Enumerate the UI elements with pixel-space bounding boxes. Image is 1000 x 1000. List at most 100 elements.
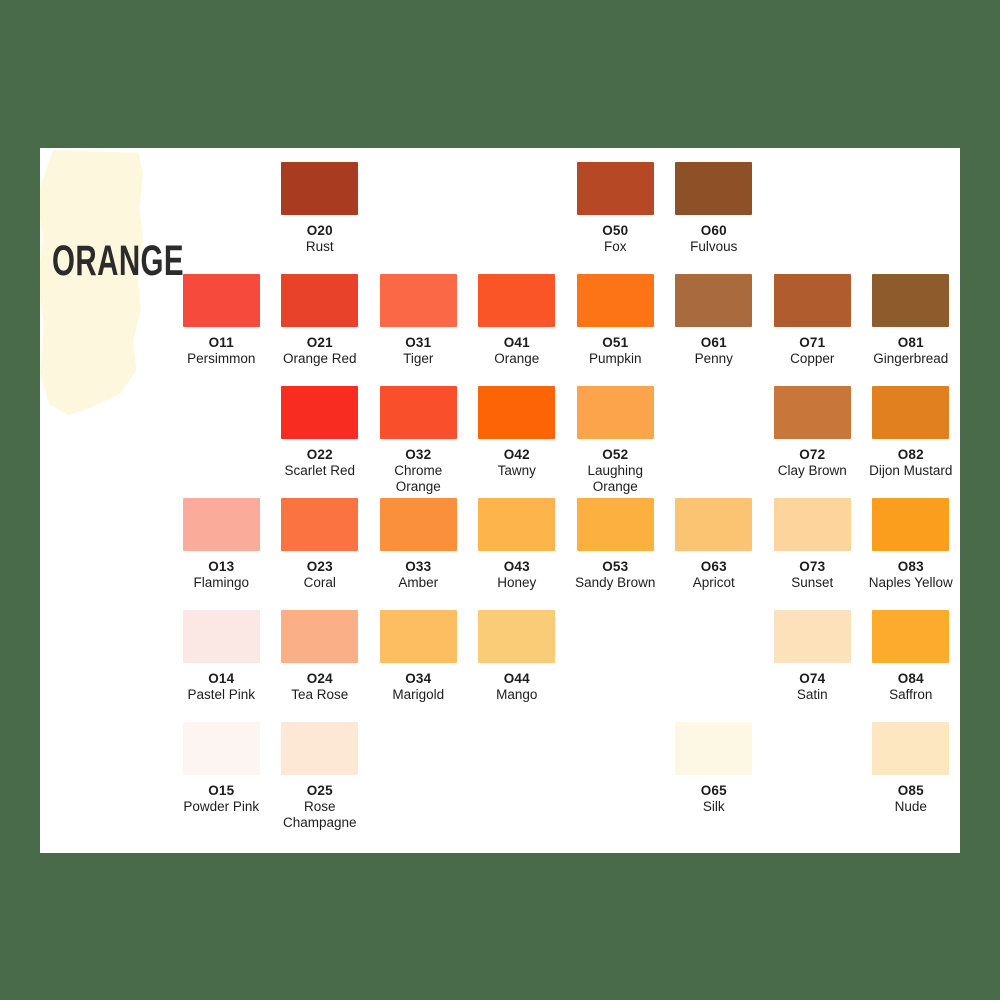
swatch-o13[interactable]: O13 Flamingo: [172, 498, 271, 610]
swatch-color-chip[interactable]: [576, 386, 654, 439]
swatch-o42[interactable]: O42 Tawny: [468, 386, 567, 498]
swatch-color-chip[interactable]: [675, 498, 753, 551]
swatch-o43[interactable]: O43 Honey: [468, 498, 567, 610]
swatch-name: Naples Yellow: [868, 574, 953, 590]
swatch-o82[interactable]: O82 Dijon Mustard: [862, 386, 961, 498]
swatch-color-chip[interactable]: [182, 722, 260, 775]
swatch-color-chip[interactable]: [182, 610, 260, 663]
swatch-o65[interactable]: O65 Silk: [665, 722, 764, 834]
swatch-o83[interactable]: O83 Naples Yellow: [862, 498, 961, 610]
swatch-name: Chrome Orange: [394, 462, 443, 494]
swatch-o61[interactable]: O61 Penny: [665, 274, 764, 386]
swatch-o25[interactable]: O25 Rose Champagne: [271, 722, 370, 834]
swatch-o34[interactable]: O34 Marigold: [369, 610, 468, 722]
swatch-name: Powder Pink: [183, 798, 260, 814]
swatch-color-chip[interactable]: [478, 386, 556, 439]
swatch-color-chip[interactable]: [478, 610, 556, 663]
swatch-name: Clay Brown: [777, 462, 847, 478]
swatch-name: Tiger: [403, 350, 434, 366]
swatch-o53[interactable]: O53 Sandy Brown: [566, 498, 665, 610]
swatch-code: O73: [799, 559, 826, 574]
swatch-color-chip[interactable]: [773, 610, 851, 663]
swatch-o73[interactable]: O73 Sunset: [763, 498, 862, 610]
swatch-color-chip[interactable]: [379, 610, 457, 663]
color-chart-card: ORANGE O20 Rust O50 Fox O60 Fulvous O11 Persimm…: [40, 148, 960, 853]
swatch-o44[interactable]: O44 Mango: [468, 610, 567, 722]
swatch-color-chip[interactable]: [182, 498, 260, 551]
swatch-o52[interactable]: O52 Laughing Orange: [566, 386, 665, 498]
swatch-name: Silk: [702, 798, 725, 814]
swatch-color-chip[interactable]: [182, 274, 260, 327]
swatch-o85[interactable]: O85 Nude: [862, 722, 961, 834]
swatch-name: Persimmon: [187, 350, 256, 366]
swatch-code: O25: [306, 783, 333, 798]
swatch-color-chip[interactable]: [773, 498, 851, 551]
swatch-color-chip[interactable]: [281, 610, 359, 663]
swatch-color-chip[interactable]: [872, 274, 950, 327]
swatch-o63[interactable]: O63 Apricot: [665, 498, 764, 610]
swatch-name: Dijon Mustard: [869, 462, 953, 478]
swatch-color-chip[interactable]: [773, 274, 851, 327]
swatch-code: O81: [897, 335, 924, 350]
swatch-color-chip[interactable]: [281, 274, 359, 327]
swatch-o14[interactable]: O14 Pastel Pink: [172, 610, 271, 722]
swatch-o11[interactable]: O11 Persimmon: [172, 274, 271, 386]
swatch-o72[interactable]: O72 Clay Brown: [763, 386, 862, 498]
swatch-color-chip[interactable]: [379, 498, 457, 551]
swatch-code: O32: [405, 447, 432, 462]
swatch-o23[interactable]: O23 Coral: [271, 498, 370, 610]
swatch-name: Pumpkin: [588, 350, 642, 366]
swatch-name: Gingerbread: [873, 350, 949, 366]
swatch-color-chip[interactable]: [872, 722, 950, 775]
swatch-o31[interactable]: O31 Tiger: [369, 274, 468, 386]
swatch-code: O84: [897, 671, 924, 686]
swatch-o74[interactable]: O74 Satin: [763, 610, 862, 722]
swatch-o22[interactable]: O22 Scarlet Red: [271, 386, 370, 498]
swatch-color-chip[interactable]: [281, 162, 359, 215]
swatch-o50[interactable]: O50 Fox: [566, 162, 665, 274]
swatch-color-chip[interactable]: [379, 386, 457, 439]
swatch-color-chip[interactable]: [872, 610, 950, 663]
swatch-code: O42: [503, 447, 530, 462]
swatch-code: O83: [897, 559, 924, 574]
swatch-o51[interactable]: O51 Pumpkin: [566, 274, 665, 386]
swatch-code: O13: [208, 559, 235, 574]
swatch-color-chip[interactable]: [675, 274, 753, 327]
swatch-color-chip[interactable]: [281, 386, 359, 439]
swatch-o33[interactable]: O33 Amber: [369, 498, 468, 610]
swatch-o32[interactable]: O32 Chrome Orange: [369, 386, 468, 498]
swatch-o84[interactable]: O84 Saffron: [862, 610, 961, 722]
swatch-o60[interactable]: O60 Fulvous: [665, 162, 764, 274]
swatch-color-chip[interactable]: [478, 274, 556, 327]
swatch-color-chip[interactable]: [872, 386, 950, 439]
swatch-code: O71: [799, 335, 826, 350]
swatch-name: Rose Champagne: [282, 798, 357, 830]
swatch-code: O72: [799, 447, 826, 462]
swatch-color-chip[interactable]: [576, 162, 654, 215]
swatch-o21[interactable]: O21 Orange Red: [271, 274, 370, 386]
swatch-color-chip[interactable]: [576, 274, 654, 327]
swatch-name: Laughing Orange: [587, 462, 644, 494]
swatch-code: O31: [405, 335, 432, 350]
swatch-code: O23: [306, 559, 333, 574]
swatch-color-chip[interactable]: [281, 722, 359, 775]
swatch-o71[interactable]: O71 Copper: [763, 274, 862, 386]
swatch-code: O60: [700, 223, 727, 238]
swatch-o81[interactable]: O81 Gingerbread: [862, 274, 961, 386]
swatch-color-chip[interactable]: [872, 498, 950, 551]
swatch-name: Flamingo: [193, 574, 250, 590]
swatch-o41[interactable]: O41 Orange: [468, 274, 567, 386]
swatch-color-chip[interactable]: [478, 498, 556, 551]
swatch-color-chip[interactable]: [576, 498, 654, 551]
swatch-o20[interactable]: O20 Rust: [271, 162, 370, 274]
swatch-name: Marigold: [392, 686, 445, 702]
swatch-name: Coral: [303, 574, 336, 590]
swatch-o24[interactable]: O24 Tea Rose: [271, 610, 370, 722]
swatch-color-chip[interactable]: [379, 274, 457, 327]
swatch-color-chip[interactable]: [281, 498, 359, 551]
swatch-name: Orange: [494, 350, 540, 366]
swatch-color-chip[interactable]: [773, 386, 851, 439]
swatch-o15[interactable]: O15 Powder Pink: [172, 722, 271, 834]
swatch-color-chip[interactable]: [675, 722, 753, 775]
swatch-color-chip[interactable]: [675, 162, 753, 215]
